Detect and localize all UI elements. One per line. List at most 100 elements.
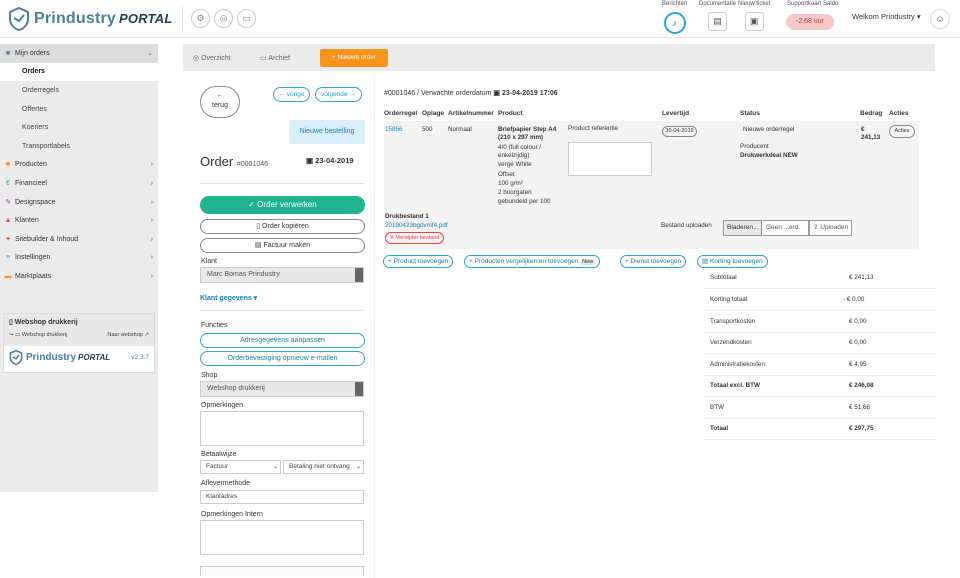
brand-logo[interactable]: Prindustry PORTAL: [8, 7, 172, 31]
next-button[interactable]: volgende →: [315, 87, 362, 102]
cutoff-field: [200, 566, 364, 576]
sidebar-sub-orderregels[interactable]: Orderregels: [0, 81, 158, 100]
chevron-right-icon: ›: [150, 272, 153, 280]
remove-file-button[interactable]: ✕ Verwijder bestand: [385, 232, 444, 244]
breadcrumb: #0001046 / Verwachte orderdatum ▣ 23-04-…: [384, 90, 558, 97]
print-file-label: Drukbestand 1: [385, 213, 429, 220]
add-product-button[interactable]: + Product toevoegen: [383, 255, 454, 268]
print-file-link[interactable]: 20190423bgdvmf4.pdf: [385, 222, 448, 230]
tab-archive[interactable]: ▭ Archief: [260, 54, 290, 62]
webshop-title: ▯ Webshop drukkerij: [9, 319, 78, 326]
copy-order-button[interactable]: ▯ Order kopiëren: [200, 219, 365, 234]
divider: [200, 310, 365, 311]
chevron-down-icon: ⌄: [272, 464, 278, 470]
top-bar: Prindustry PORTAL ⚙ ◎ ▭ Berichten ♪ Docum…: [0, 0, 960, 38]
euro-icon: €: [6, 179, 10, 187]
prev-button[interactable]: ← vorige: [273, 87, 310, 102]
total-label: Verzendkosten: [710, 339, 752, 346]
sidebar-item-label: Financieel: [15, 179, 47, 187]
upload-button[interactable]: ⇪ Uploaden: [809, 220, 853, 236]
webshop-link[interactable]: ↪ ▭ Webshop drukkerij: [9, 332, 67, 338]
payment-method-label: Betaalwijze: [201, 451, 237, 458]
product-desc-2: vergé White: [498, 161, 532, 168]
sidebar-sub-transportlabels[interactable]: Transportlabels: [0, 137, 158, 156]
product-reference-input[interactable]: [568, 142, 652, 176]
sidebar-item-marktplaats[interactable]: ▬ Marktplaats ›: [0, 267, 158, 286]
product-desc-4: 100 g/m²: [498, 180, 523, 187]
sidebar-item-instellingen[interactable]: ≡ Instellingen ›: [0, 249, 158, 268]
chevron-right-icon: ›: [150, 235, 153, 243]
actions-button[interactable]: Acties: [889, 125, 915, 138]
order-line-id-link[interactable]: 15856: [385, 126, 403, 134]
add-discount-button[interactable]: ▨ Korting toevoegen: [697, 255, 768, 268]
box-icon: ■: [5, 161, 11, 169]
divider: [200, 183, 365, 184]
wand-icon: ✦: [5, 236, 11, 244]
user-icon[interactable]: ☺: [930, 9, 950, 29]
total-divider: [705, 332, 935, 333]
col-header: Orderregel: [384, 110, 418, 117]
discount-icon: ▨: [702, 258, 709, 265]
nav-new-ticket[interactable]: Nieuw ticket ▣: [738, 0, 770, 31]
customer-select[interactable]: Marc Bomas Prindustry: [200, 267, 364, 283]
saldo-badge[interactable]: -2.68 uur: [786, 14, 834, 30]
resend-confirmation-button[interactable]: Orderbevestiging opnieuw e-mailen: [200, 351, 365, 366]
col-header: Levertijd: [662, 110, 690, 117]
shop-select[interactable]: Webshop drukkerij: [200, 381, 364, 397]
total-label: Totaal excl. BTW: [710, 382, 760, 389]
chevron-right-icon: ›: [150, 198, 153, 206]
add-service-button[interactable]: + Dienst toevoegen: [620, 255, 687, 268]
new-badge: New: [580, 259, 596, 265]
delivery-date-badge: 30-04-2019: [662, 126, 697, 137]
upload-file-label: Bestand uploaden: [661, 222, 712, 229]
internal-remarks-textarea[interactable]: [200, 520, 364, 555]
delivery-method-select[interactable]: Klantadres: [200, 490, 364, 504]
sidebar-item-label: Sitebuilder & Inhoud: [15, 235, 79, 243]
sidebar-item-producten[interactable]: ■ Producten ›: [0, 156, 158, 175]
total-divider: [705, 288, 935, 289]
tab-overview[interactable]: ◎ Overzicht: [193, 54, 231, 62]
bell-icon[interactable]: ♪: [663, 12, 686, 34]
visit-webshop-link[interactable]: Naar webshop ↗: [107, 332, 149, 338]
browse-button[interactable]: Bladeren...: [723, 220, 763, 236]
sidebar-item-orders[interactable]: ■ Mijn orders ⌄: [0, 44, 158, 63]
sidebar-item-klanten[interactable]: ▲ Klanten ›: [0, 211, 158, 230]
document-icon[interactable]: ▤: [708, 12, 728, 31]
gear-icon[interactable]: ⚙: [191, 9, 210, 28]
shield-logo-icon: [9, 7, 29, 31]
sidebar-item-label: Instellingen: [15, 254, 51, 262]
sidebar-item-label: Producten: [15, 161, 47, 169]
new-order-button[interactable]: + Nieuwe order: [320, 49, 388, 67]
back-button[interactable]: ← terug: [200, 86, 240, 118]
total-divider: [705, 439, 935, 440]
compare-products-button[interactable]: + Producten vergelijken en toevoegen New: [464, 255, 601, 268]
edit-address-button[interactable]: Adresgegevens aanpassen: [200, 333, 365, 348]
line-amount: € 241,13: [861, 126, 881, 141]
remarks-textarea[interactable]: [200, 411, 364, 446]
globe-icon[interactable]: ◎: [214, 9, 233, 28]
process-order-button[interactable]: ✓ Order verwerken: [200, 196, 365, 214]
payment-method-select[interactable]: Factuur ⌄: [200, 460, 281, 474]
nav-support-balance[interactable]: Supportkaart Saldo: [787, 0, 838, 7]
sidebar-item-designspace[interactable]: ✎ Designspace ›: [0, 193, 158, 212]
total-divider: [705, 310, 935, 311]
sidebar-sub-offertes[interactable]: Offertes: [0, 100, 158, 119]
brand-name: Prindustry PORTAL: [34, 10, 173, 27]
sidebar-sub-orders[interactable]: Orders: [0, 62, 158, 82]
create-invoice-button[interactable]: ▤ Factuur maken: [200, 238, 365, 253]
nav-documentation[interactable]: Documentatie ▤: [699, 0, 736, 31]
welcome-user-menu[interactable]: Welkom Prindustry ▾: [852, 12, 921, 21]
customer-details-link[interactable]: Klant gegevens ▾: [200, 294, 257, 302]
book-icon[interactable]: ▭: [237, 9, 256, 28]
column-divider: [374, 78, 375, 578]
sidebar-item-label: Klanten: [15, 217, 39, 225]
sidebar-item-sitebuilder[interactable]: ✦ Sitebuilder & Inhoud ›: [0, 230, 158, 249]
article-value: Normaal: [448, 126, 472, 133]
ticket-icon[interactable]: ▣: [744, 12, 764, 31]
nav-messages[interactable]: Berichten ♪: [662, 0, 687, 34]
shield-logo-icon: [9, 350, 23, 365]
sidebar-sub-koeriers[interactable]: Koeriers: [0, 118, 158, 137]
sidebar-item-financieel[interactable]: € Financieel ›: [0, 174, 158, 193]
webshop-panel: ▯ Webshop drukkerij ↪ ▭ Webshop drukkeri…: [3, 313, 155, 373]
payment-status-select[interactable]: Betaling niet ontvang ⌄: [283, 460, 364, 474]
